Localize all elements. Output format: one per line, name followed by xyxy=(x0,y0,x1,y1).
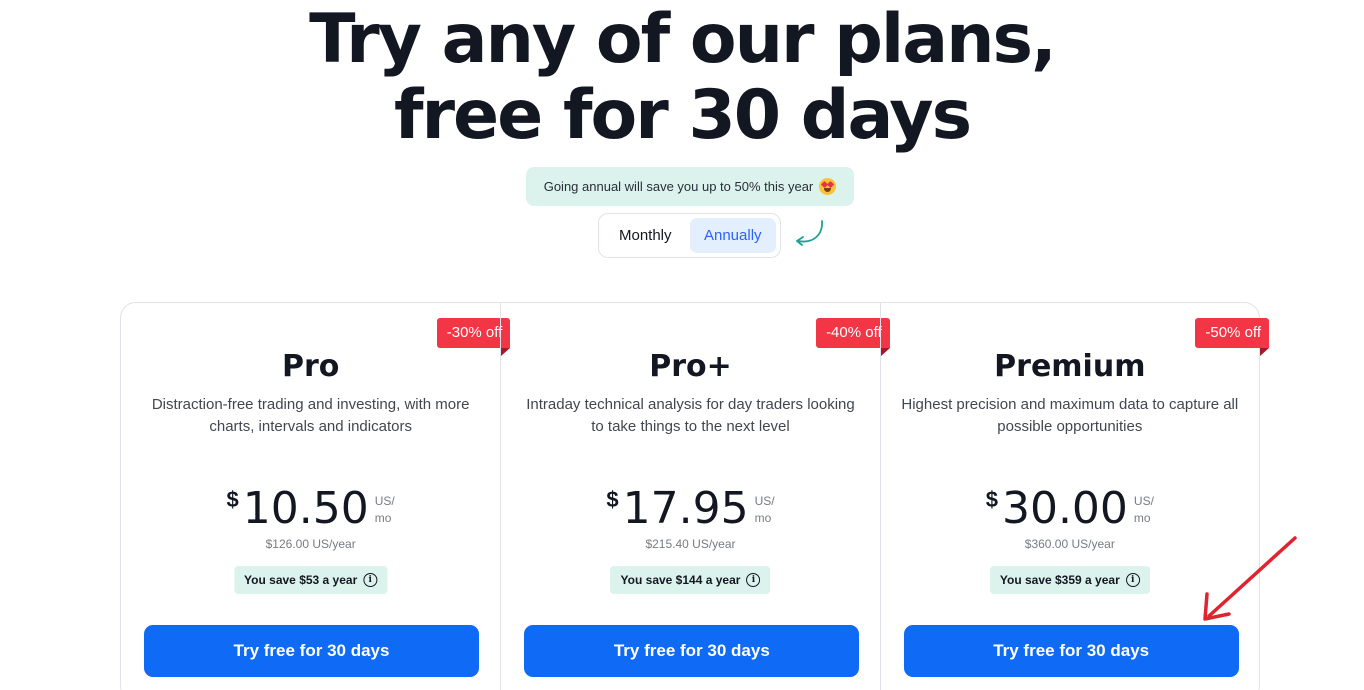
annually-toggle-button[interactable]: Annually xyxy=(689,218,776,253)
plans-container: -30% off Pro Distraction-free trading an… xyxy=(120,302,1269,690)
discount-badge: -30% off xyxy=(436,318,511,356)
plan-name: Pro+ xyxy=(649,349,732,384)
discount-badge: -50% off xyxy=(1195,318,1269,356)
price-amount: 17.95 xyxy=(622,483,749,534)
price-unit-line-1: US/ xyxy=(374,494,395,508)
price-row: $ 10.50 US/ mo xyxy=(121,481,500,537)
monthly-toggle-button[interactable]: Monthly xyxy=(603,218,688,253)
price-currency: $ xyxy=(985,487,998,512)
yearly-price: $215.40 US/year xyxy=(645,537,736,551)
plan-name: Premium xyxy=(994,349,1146,384)
try-free-button[interactable]: Try free for 30 days xyxy=(524,625,860,677)
price-row: $ 17.95 US/ mo xyxy=(501,481,879,537)
billing-period-toggle: Monthly Annually xyxy=(598,213,781,258)
price-unit-line-2: mo xyxy=(1133,511,1151,525)
price-currency: $ xyxy=(226,487,239,512)
headline-line-1: Try any of our plans, xyxy=(309,0,1057,79)
plan-description: Intraday technical analysis for day trad… xyxy=(526,396,855,435)
price-amount: 30.00 xyxy=(1001,483,1128,534)
price-row: $ 30.00 US/ mo xyxy=(881,481,1259,537)
savings-text: You save $144 a year xyxy=(620,573,741,587)
curved-arrow-icon xyxy=(796,220,823,246)
savings-pill: You save $53 a year i xyxy=(234,566,388,594)
price-unit-line-1: US/ xyxy=(754,494,775,508)
info-icon[interactable]: i xyxy=(746,573,761,587)
plan-card-pro: -30% off Pro Distraction-free trading an… xyxy=(121,303,511,690)
annotation-arrow-icon xyxy=(1203,536,1297,621)
annual-note-text: Going annual will save you up to 50% thi… xyxy=(543,179,814,194)
page-headline: Try any of our plans, free for 30 days xyxy=(0,2,1364,154)
plan-name: Pro xyxy=(281,349,340,384)
savings-pill: You save $359 a year i xyxy=(989,566,1150,594)
annual-savings-note: Going annual will save you up to 50% thi… xyxy=(526,167,854,206)
try-free-button[interactable]: Try free for 30 days xyxy=(144,625,479,677)
heart-eyes-emoji-icon xyxy=(819,178,837,195)
savings-text: You save $53 a year xyxy=(244,573,358,587)
price-unit-line-2: mo xyxy=(374,511,392,525)
price-amount: 10.50 xyxy=(242,483,369,534)
plan-description: Distraction-free trading and investing, … xyxy=(151,396,470,435)
price-unit-line-1: US/ xyxy=(1133,494,1154,508)
price-unit: US/ mo xyxy=(1134,493,1154,527)
info-icon[interactable]: i xyxy=(1125,573,1140,587)
price-currency: $ xyxy=(606,487,619,512)
plan-description: Highest precision and maximum data to ca… xyxy=(901,396,1239,435)
yearly-price: $126.00 US/year xyxy=(265,537,356,551)
price-unit: US/ mo xyxy=(755,493,775,527)
headline-line-2: free for 30 days xyxy=(393,76,972,155)
discount-badge: -40% off xyxy=(816,318,890,356)
info-icon[interactable]: i xyxy=(363,573,378,587)
plan-card-pro-plus: -40% off Pro+ Intraday technical analysi… xyxy=(500,303,890,690)
plan-card-premium: -50% off Premium Highest precision and m… xyxy=(879,303,1269,690)
savings-text: You save $359 a year xyxy=(999,573,1120,587)
price-unit-line-2: mo xyxy=(754,511,772,525)
price-unit: US/ mo xyxy=(375,493,395,527)
try-free-button[interactable]: Try free for 30 days xyxy=(903,625,1239,677)
savings-pill: You save $144 a year i xyxy=(610,566,771,594)
